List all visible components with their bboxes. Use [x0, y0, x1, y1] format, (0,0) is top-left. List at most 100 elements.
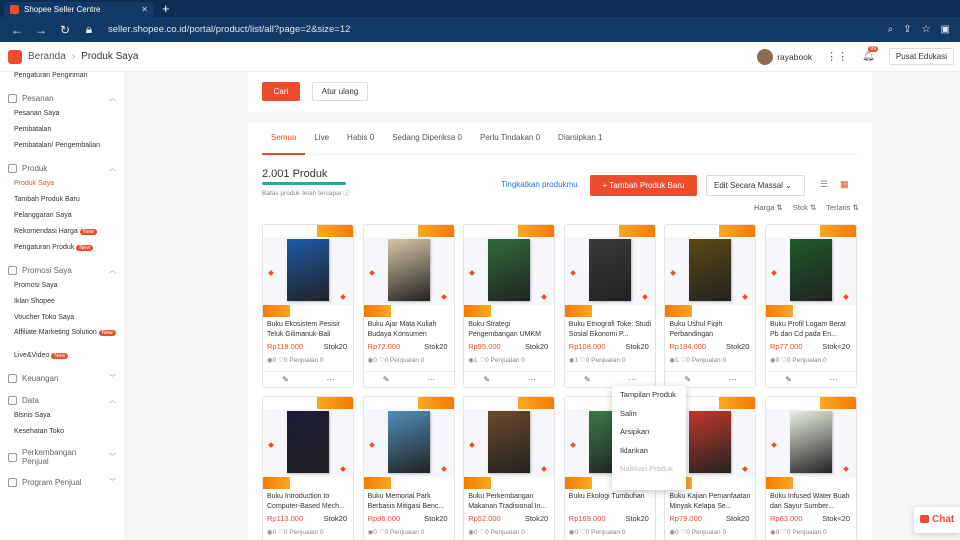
tab-all[interactable]: Semua [262, 122, 306, 155]
edit-pencil-icon[interactable]: ✎ [766, 372, 811, 387]
bookmark-star-icon[interactable]: ☆ [922, 24, 931, 35]
edit-pencil-icon[interactable]: ✎ [263, 372, 308, 387]
list-view-icon[interactable]: ☰ [820, 179, 828, 190]
product-name[interactable]: Buku Ushul Fiqih Perbandingan [669, 320, 755, 340]
back-icon[interactable]: ← [10, 23, 24, 37]
product-card[interactable]: Buku Introduction to Computer-Based Mech… [262, 396, 354, 540]
sort-price[interactable]: Harga ⇅ [754, 203, 783, 212]
product-card[interactable]: Buku Etnografi Toke: Studi Sosial Ekonom… [563, 224, 656, 388]
sort-stock[interactable]: Stok ⇅ [793, 203, 816, 212]
sidebar-group-promotions[interactable]: Promosi Saya ︿ [8, 262, 124, 278]
menu-item-archive[interactable]: Arsipkan [612, 423, 686, 442]
product-name[interactable]: Buku Ekologi Tumbuhan [569, 492, 655, 512]
forward-icon[interactable]: → [34, 23, 48, 37]
product-card[interactable]: Buku Ekosistem Pesisir Teluk Gilimanuk-B… [262, 224, 354, 388]
breadcrumb-home[interactable]: Beranda [28, 51, 66, 62]
product-name[interactable]: Buku Etnografi Toke: Studi Sosial Ekonom… [569, 320, 655, 340]
sidebar-item-product-settings[interactable]: Pengaturan Produk New [0, 240, 124, 256]
sidebar-item-affiliate[interactable]: Affiliate Marketing Solution New [0, 326, 124, 348]
sidebar-item-price-recommendation[interactable]: Rekomendasi Harga New [0, 224, 124, 240]
edit-pencil-icon[interactable]: ✎ [464, 372, 509, 387]
sidebar-item-my-products[interactable]: Produk Saya [0, 176, 124, 192]
more-options-icon[interactable]: ··· [509, 372, 554, 387]
grid-view-icon[interactable]: ▦ [840, 179, 849, 190]
product-name[interactable]: Buku Profil Logam Berat Pb dan Cd pada E… [770, 320, 856, 340]
avatar[interactable] [757, 48, 774, 65]
sidebar-group-products[interactable]: Produk ︿ [8, 160, 124, 176]
sidebar-item-vouchers[interactable]: Voucher Toko Saya [0, 310, 124, 326]
close-tab-icon[interactable]: ✕ [141, 5, 148, 14]
sidebar-item-my-promotions[interactable]: Promosi Saya [0, 278, 124, 294]
share-icon[interactable]: ⇪ [903, 24, 911, 35]
product-image[interactable] [766, 397, 856, 489]
notification-bell-icon[interactable]: 🔔︎ 99 [862, 46, 879, 62]
reload-icon[interactable]: ↻ [58, 23, 72, 37]
menu-item-advertise[interactable]: Iklankan [612, 442, 686, 461]
tab-sold-out[interactable]: Habis 0 [338, 122, 383, 155]
product-image[interactable] [464, 397, 555, 489]
product-name[interactable]: Buku Infused Water Buah dan Sayur Sumber… [770, 492, 856, 512]
apps-grid-icon[interactable]: ⋮⋮ [826, 50, 848, 63]
more-options-icon[interactable]: ··· [710, 372, 755, 387]
product-card[interactable]: Buku Ajar Mata Kuliah Budaya Konsumen Rp7… [362, 224, 455, 388]
product-card[interactable]: Buku Profil Logam Berat Pb dan Cd pada E… [765, 224, 857, 388]
sidebar-item-shipping[interactable]: Pengaturan Pengiriman [0, 72, 124, 84]
menu-item-view-product[interactable]: Tampilan Produk [612, 386, 686, 405]
product-image[interactable] [665, 225, 756, 317]
more-options-icon[interactable]: ··· [308, 372, 353, 387]
tab-reviewing[interactable]: Sedang Diperiksa 0 [383, 122, 471, 155]
url-field[interactable]: seller.shopee.co.id/portal/product/list/… [108, 24, 350, 35]
sidebar-group-seller-growth[interactable]: Perkembangan Penjual ﹀ [8, 446, 124, 468]
add-product-button[interactable]: + Tambah Produk Baru [590, 175, 697, 196]
edit-pencil-icon[interactable]: ✎ [364, 372, 409, 387]
edu-center-button[interactable]: Pusat Edukasi [888, 48, 954, 65]
sidebar-item-my-orders[interactable]: Pesanan Saya [0, 106, 124, 122]
sidebar-item-add-product[interactable]: Tambah Produk Baru [0, 192, 124, 208]
tab-live[interactable]: Live [305, 122, 338, 155]
sort-sold[interactable]: Terlaris ⇅ [826, 203, 859, 212]
product-name[interactable]: Buku Introduction to Computer-Based Mech… [267, 492, 353, 512]
product-card[interactable]: Buku Perkembangan Makanan Tradisional In… [463, 396, 556, 540]
bulk-edit-dropdown[interactable]: Edit Secara Massal ⌄ [706, 175, 805, 196]
zoom-icon[interactable]: ⌕ [888, 24, 894, 35]
sidebar-group-orders[interactable]: Pesanan ︿ [8, 90, 124, 106]
chat-button[interactable]: Chat [914, 507, 960, 533]
more-options-icon[interactable]: ··· [811, 372, 856, 387]
product-name[interactable]: Buku Memorial Park Berbasis Mitigasi Ben… [368, 492, 454, 512]
sidebar-group-seller-program[interactable]: Program Penjual ﹀ [8, 474, 124, 490]
reset-button[interactable]: Atur ulang [312, 82, 368, 101]
upgrade-link[interactable]: Tingkatkan produkmu [501, 180, 578, 189]
product-image[interactable] [363, 397, 454, 489]
product-name[interactable]: Buku Ekosistem Pesisir Teluk Gilimanuk-B… [267, 320, 353, 340]
product-name[interactable]: Buku Strategi Pengembangan UMKM [468, 320, 554, 340]
sidebar-item-my-business[interactable]: Bisnis Saya [0, 408, 124, 424]
shopee-logo-icon[interactable] [8, 49, 22, 64]
product-card[interactable]: Buku Infused Water Buah dan Sayur Sumber… [765, 396, 857, 540]
product-image[interactable] [766, 225, 856, 317]
product-image[interactable] [564, 225, 655, 317]
sidebar-item-returns[interactable]: Pembatalan/ Pengembalian [0, 138, 124, 154]
product-image[interactable] [263, 397, 353, 489]
sidebar-group-data[interactable]: Data ︿ [8, 392, 124, 408]
sidebar-item-shop-health[interactable]: Kesehatan Toko [0, 424, 124, 440]
menu-item-copy[interactable]: Salin [612, 405, 686, 424]
sidebar-item-cancellations[interactable]: Pembatalan [0, 122, 124, 138]
lock-icon[interactable]: 🔒︎ [82, 22, 96, 37]
sidebar-group-finance[interactable]: Keuangan ﹀ [8, 370, 124, 386]
sidebar-item-live-video[interactable]: Live&Video New [0, 348, 124, 364]
more-options-icon[interactable]: ··· [409, 372, 454, 387]
product-name[interactable]: Buku Kajian Pemanfaatan Minyak Kelapa Se… [669, 492, 755, 512]
product-image[interactable] [464, 225, 555, 317]
product-name[interactable]: Buku Perkembangan Makanan Tradisional In… [468, 492, 554, 512]
product-card[interactable]: Buku Ushul Fiqih Perbandingan Rp184.000 St… [664, 224, 757, 388]
product-card[interactable]: Buku Strategi Pengembangan UMKM Rp95.000 S… [463, 224, 556, 388]
search-button[interactable]: Cari [262, 82, 300, 101]
sidebar-toggle-icon[interactable]: ▣ [941, 24, 950, 35]
product-name[interactable]: Buku Ajar Mata Kuliah Budaya Konsumen [368, 320, 454, 340]
help-icon[interactable]: ⓘ [343, 190, 350, 197]
sidebar-item-violations[interactable]: Pelanggaran Saya [0, 208, 124, 224]
tab-archived[interactable]: Diarsipkan 1 [549, 122, 611, 155]
edit-pencil-icon[interactable]: ✎ [565, 372, 610, 387]
sidebar-item-shopee-ads[interactable]: Iklan Shopee [0, 294, 124, 310]
browser-tab[interactable]: Shopee Seller Centre ✕ [4, 2, 154, 17]
